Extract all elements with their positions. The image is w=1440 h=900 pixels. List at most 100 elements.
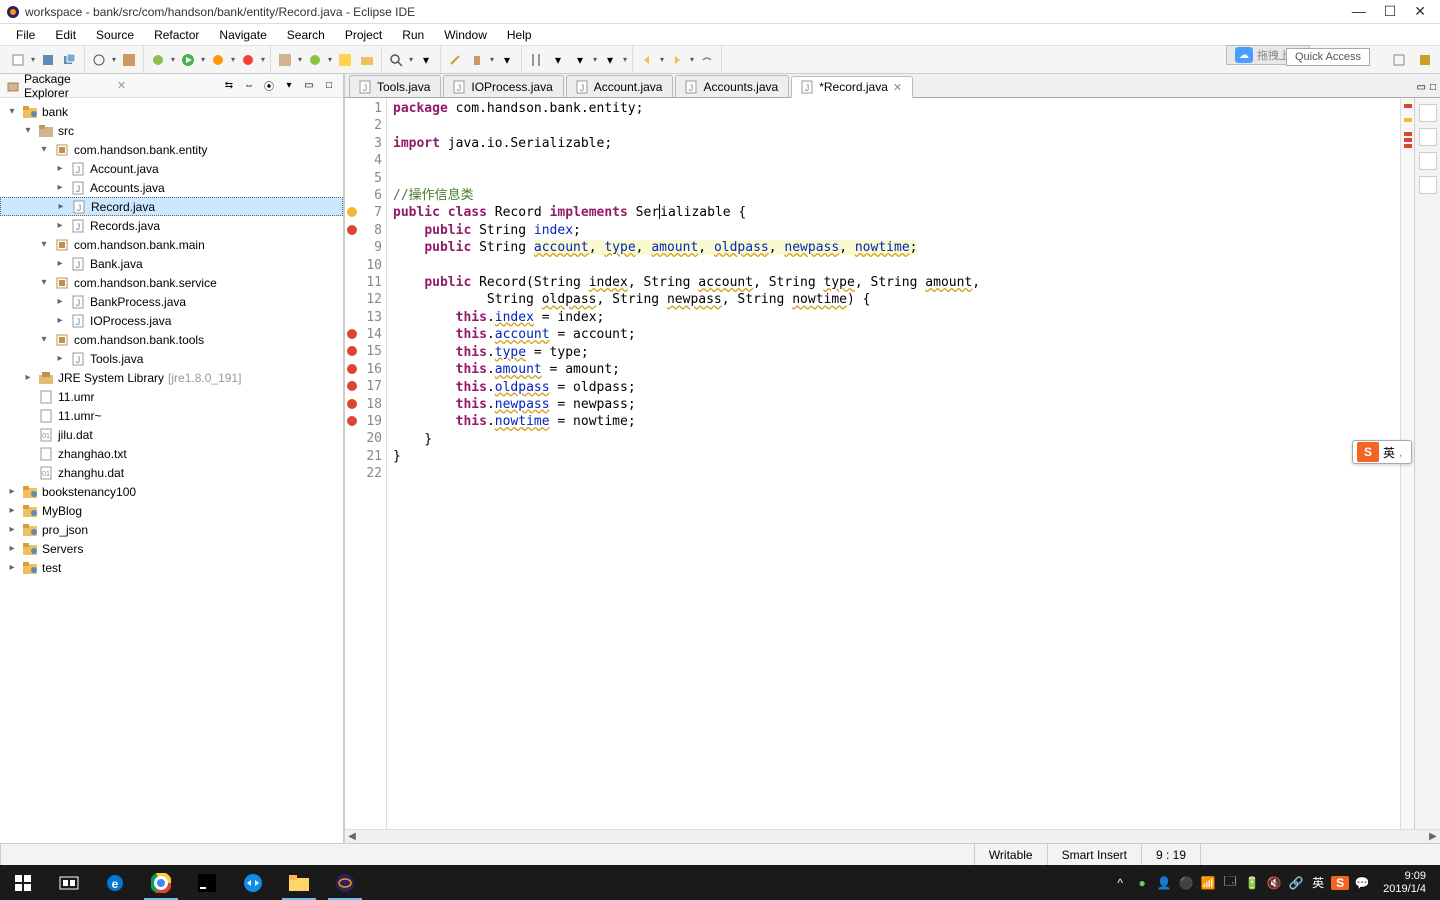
package-tree[interactable]: ▾bank▾src▾com.handson.bank.entity▸JAccou… [0,98,343,843]
tree-item-record-java[interactable]: ▸JRecord.java [0,197,343,216]
editor-max-icon[interactable]: □ [1430,82,1436,93]
edge-button[interactable]: e [92,865,138,900]
teamviewer-button[interactable] [230,865,276,900]
folder-button[interactable] [358,51,376,69]
tree-toggle[interactable]: ▸ [54,163,66,174]
eclipse-taskbar-button[interactable] [322,865,368,900]
tree-item-test[interactable]: ▸test [0,558,343,577]
perspective-button[interactable] [1390,51,1408,69]
run-button[interactable] [179,51,197,69]
tree-item-11-umr-[interactable]: 11.umr~ [0,406,343,425]
save-all-button[interactable] [61,51,79,69]
tree-item-tools-java[interactable]: ▸JTools.java [0,349,343,368]
code-editor[interactable]: package com.handson.bank.entity; import … [387,98,1400,829]
menu-refactor[interactable]: Refactor [144,26,209,44]
annotation-button[interactable]: ▾ [417,51,435,69]
start-button[interactable] [0,865,46,900]
tree-item-src[interactable]: ▾src [0,121,343,140]
tray-power-icon[interactable]: 🗔 [1221,872,1239,893]
new-dropdown[interactable]: ▾ [29,55,37,64]
mylyn-button[interactable] [1419,176,1437,194]
wand-button[interactable] [446,51,464,69]
tray-cloud-icon[interactable]: ● [1133,876,1151,890]
tree-toggle[interactable]: ▾ [38,277,50,288]
err-marker-icon[interactable] [347,225,357,235]
menu-search[interactable]: Search [277,26,335,44]
tree-toggle[interactable]: ▸ [54,315,66,326]
tree-toggle[interactable]: ▸ [54,258,66,269]
taskbar-clock[interactable]: 9:09 2019/1/4 [1375,870,1434,896]
tray-running-icon[interactable]: ⚫ [1177,876,1195,890]
explorer-button[interactable] [276,865,322,900]
quick-access-input[interactable]: Quick Access [1286,48,1370,66]
back-button[interactable] [638,51,656,69]
tree-toggle[interactable]: ▸ [6,562,18,573]
tree-item-bank-java[interactable]: ▸JBank.java [0,254,343,273]
marker-button[interactable] [468,51,486,69]
nav-button[interactable]: ▾ [571,51,589,69]
build-button[interactable] [120,51,138,69]
tab-ioprocess-java[interactable]: JIOProcess.java [443,75,563,97]
tab-account-java[interactable]: JAccount.java [566,75,674,97]
tray-volume-icon[interactable]: 🔇 [1265,876,1283,890]
view-menu-button[interactable]: ▾ [281,78,297,94]
templates-button[interactable] [1419,152,1437,170]
tree-toggle[interactable]: ▸ [22,372,34,383]
new-class-button[interactable] [306,51,324,69]
switch-button[interactable] [90,51,108,69]
task-view-button[interactable] [46,865,92,900]
filter-button[interactable] [527,51,545,69]
tray-ime-icon[interactable]: 英 [1309,874,1327,891]
menu-window[interactable]: Window [434,26,497,44]
tree-toggle[interactable]: ▸ [54,182,66,193]
minimize-button[interactable]: — [1352,3,1366,20]
err-marker-icon[interactable] [347,329,357,339]
tree-item-account-java[interactable]: ▸JAccount.java [0,159,343,178]
minimize-view-button[interactable]: ▭ [301,78,317,94]
new-package-button[interactable] [276,51,294,69]
tray-action-icon[interactable]: 💬 [1353,876,1371,890]
search-button[interactable] [387,51,405,69]
tray-network-icon[interactable]: 🔗 [1287,876,1305,890]
new-button[interactable] [9,51,27,69]
tree-item-bankprocess-java[interactable]: ▸JBankProcess.java [0,292,343,311]
err-marker-icon[interactable] [347,399,357,409]
tree-item-bookstenancy100[interactable]: ▸bookstenancy100 [0,482,343,501]
close-view-icon[interactable]: ✕ [117,79,126,92]
tree-item-jre-system-library[interactable]: ▸JRE System Library[jre1.8.0_191] [0,368,343,387]
tree-item-com-handson-bank-main[interactable]: ▾com.handson.bank.main [0,235,343,254]
tree-item-servers[interactable]: ▸Servers [0,539,343,558]
tree-toggle[interactable]: ▸ [6,524,18,535]
tray-shield-icon[interactable]: 🔋 [1243,876,1261,890]
menu-run[interactable]: Run [392,26,434,44]
tree-toggle[interactable]: ▸ [54,353,66,364]
warn-marker-icon[interactable] [347,207,357,217]
java-perspective-button[interactable] [1416,51,1434,69]
tree-toggle[interactable]: ▾ [38,239,50,250]
outline-button[interactable] [1419,104,1437,122]
tray-up-icon[interactable]: ^ [1111,876,1129,890]
err-marker-icon[interactable] [347,381,357,391]
tree-toggle[interactable]: ▾ [6,106,18,117]
jetbrains-button[interactable] [184,865,230,900]
tree-toggle[interactable]: ▸ [6,543,18,554]
maximize-view-button[interactable]: □ [321,78,337,94]
err-marker-icon[interactable] [347,364,357,374]
open-type-button[interactable] [336,51,354,69]
external-button[interactable] [239,51,257,69]
tree-toggle[interactable]: ▸ [54,296,66,307]
tree-item-com-handson-bank-entity[interactable]: ▾com.handson.bank.entity [0,140,343,159]
menu-file[interactable]: File [6,26,45,44]
last-edit-button[interactable] [698,51,716,69]
chrome-button[interactable] [138,865,184,900]
menu-help[interactable]: Help [497,26,542,44]
tree-toggle[interactable]: ▾ [38,144,50,155]
tray-sogou-icon[interactable]: S [1331,876,1349,890]
tree-item-accounts-java[interactable]: ▸JAccounts.java [0,178,343,197]
tree-toggle[interactable]: ▾ [22,125,34,136]
tree-item-bank[interactable]: ▾bank [0,102,343,121]
tab-tools-java[interactable]: JTools.java [349,75,441,97]
tree-toggle[interactable]: ▸ [55,201,67,212]
task-button[interactable]: ▾ [498,51,516,69]
tree-item-ioprocess-java[interactable]: ▸JIOProcess.java [0,311,343,330]
